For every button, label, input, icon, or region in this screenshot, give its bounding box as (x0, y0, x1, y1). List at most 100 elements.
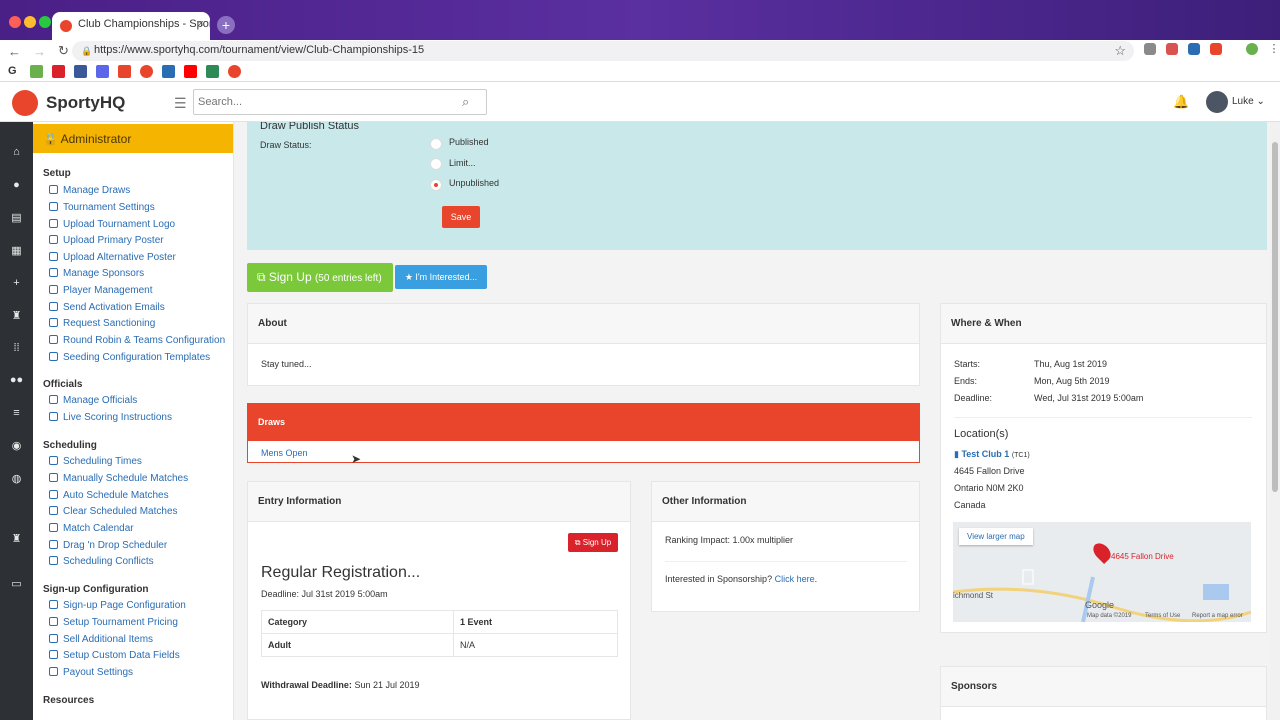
user-menu[interactable]: Luke ⌄ (1232, 96, 1265, 107)
tasks-icon[interactable]: ≡ (0, 407, 33, 419)
sidebar-item-signup-page-config[interactable]: Sign-up Page Configuration (49, 600, 186, 611)
scrollbar-thumb[interactable] (1272, 142, 1278, 492)
club-link[interactable]: ▮ Test Club 1 (TC1) (954, 449, 1030, 460)
sidebar-item-manual-schedule[interactable]: Manually Schedule Matches (49, 473, 188, 484)
document-icon[interactable]: ▭ (0, 577, 33, 590)
sidebar-item-manage-officials[interactable]: Manage Officials (49, 395, 137, 406)
bookmark-icon[interactable] (52, 65, 65, 78)
user-avatar[interactable] (1206, 91, 1228, 113)
sidebar-item-custom-data-fields[interactable]: Setup Custom Data Fields (49, 650, 180, 661)
extension-icon[interactable] (1144, 43, 1156, 55)
sportyhq-logo[interactable]: SportyHQ (12, 90, 125, 116)
location-map[interactable]: View larger map 4645 Fallon Drive ichmon… (953, 522, 1251, 622)
sidebar-item-label: Player Management (63, 285, 153, 296)
menu-icon[interactable]: ⋮ (1268, 43, 1280, 55)
sidebar-item-label: Seeding Configuration Templates (63, 352, 211, 363)
sidebar-item-seeding-templates[interactable]: Seeding Configuration Templates (49, 352, 210, 363)
bookmark-star-icon[interactable]: ☆ (1114, 43, 1126, 59)
sidebar-item-manage-sponsors[interactable]: Manage Sponsors (49, 268, 144, 279)
back-icon[interactable]: ← (8, 44, 21, 59)
draws-panel: Draws Mens Open (247, 403, 920, 463)
map-terms-link[interactable]: Terms of Use (1145, 613, 1180, 619)
map-report-link[interactable]: Report a map error (1192, 613, 1243, 619)
list-icon[interactable]: ▤ (0, 211, 33, 224)
bookmark-icon[interactable] (30, 65, 43, 78)
administrator-header[interactable]: 🔒 Administrator (33, 124, 233, 153)
user-icon[interactable]: ● (0, 179, 33, 191)
save-button[interactable]: Save (442, 206, 480, 228)
bookmark-icon[interactable] (96, 65, 109, 78)
maximize-window-icon[interactable] (39, 16, 51, 28)
trophy-icon[interactable]: ♜ (0, 309, 33, 322)
home-icon[interactable]: ⌂ (0, 146, 33, 158)
entry-sign-up-button[interactable]: ⧉ Sign Up (568, 533, 618, 552)
sidebar-item-sell-items[interactable]: Sell Additional Items (49, 634, 153, 645)
browser-tab[interactable]: Club Championships - SportyH × (52, 12, 210, 40)
search-input[interactable] (193, 89, 487, 115)
sidebar-item-payout-settings[interactable]: Payout Settings (49, 667, 133, 678)
sidebar-item-send-activation-emails[interactable]: Send Activation Emails (49, 302, 165, 313)
hamburger-menu-icon[interactable]: ☰ (174, 95, 187, 112)
search-icon[interactable]: ⌕ (462, 94, 469, 110)
club-code: (TC1) (1011, 452, 1030, 459)
bookmark-icon[interactable] (118, 65, 131, 78)
calendar-icon[interactable]: ▦ (0, 244, 33, 257)
extension-icon[interactable] (1210, 43, 1222, 55)
close-tab-icon[interactable]: × (198, 18, 204, 30)
bookmark-icon[interactable] (162, 65, 175, 78)
new-tab-button[interactable]: + (217, 16, 235, 34)
about-text: Stay tuned... (261, 359, 312, 369)
close-window-icon[interactable] (9, 16, 21, 28)
address-bar[interactable]: 🔒 https://www.sportyhq.com/tournament/vi… (72, 41, 1134, 61)
youtube-bookmark-icon[interactable] (184, 65, 197, 78)
sign-up-button[interactable]: ⧉ Sign Up (50 entries left) (247, 263, 393, 292)
building-icon: ▮ (954, 449, 959, 459)
extension-icon[interactable] (1166, 43, 1178, 55)
sidebar-item-label: Sign-up Page Configuration (63, 600, 186, 611)
sidebar-item-scheduling-times[interactable]: Scheduling Times (49, 456, 142, 467)
sidebar-item-upload-logo[interactable]: Upload Tournament Logo (49, 219, 175, 230)
facebook-bookmark-icon[interactable] (74, 65, 87, 78)
extension-icon[interactable] (1188, 43, 1200, 55)
sidebar-item-drag-drop-scheduler[interactable]: Drag 'n Drop Scheduler (49, 540, 167, 551)
sidebar-item-match-calendar[interactable]: Match Calendar (49, 523, 134, 534)
sidebar-item-live-scoring[interactable]: Live Scoring Instructions (49, 412, 172, 423)
trophy-icon[interactable]: ♜ (0, 532, 33, 545)
sidebar-item-upload-primary-poster[interactable]: Upload Primary Poster (49, 235, 164, 246)
bookmark-icon[interactable] (140, 65, 153, 78)
map-street-label: ichmond St (953, 591, 994, 600)
bookmark-icon[interactable] (228, 65, 241, 78)
radio-limit[interactable] (430, 158, 442, 170)
sidebar-item-upload-alt-poster[interactable]: Upload Alternative Poster (49, 252, 176, 263)
minimize-window-icon[interactable] (24, 16, 36, 28)
plus-icon[interactable]: + (0, 277, 33, 289)
category-table: Category 1 Event Adult N/A (261, 610, 618, 657)
bookmark-icon[interactable] (206, 65, 219, 78)
radio-published[interactable] (430, 138, 442, 150)
group-icon[interactable]: ●● (0, 374, 33, 386)
forward-icon[interactable]: → (33, 44, 46, 59)
sidebar-item-clear-scheduled[interactable]: Clear Scheduled Matches (49, 506, 178, 517)
sidebar-item-request-sanctioning[interactable]: Request Sanctioning (49, 318, 155, 329)
profile-icon[interactable] (1246, 43, 1258, 55)
radio-unpublished[interactable] (430, 179, 442, 191)
reload-icon[interactable]: ↻ (58, 43, 69, 59)
sponsorship-link[interactable]: Click here (775, 574, 815, 584)
sidebar-item-tournament-settings[interactable]: Tournament Settings (49, 202, 155, 213)
sidebar-item-auto-schedule[interactable]: Auto Schedule Matches (49, 490, 169, 501)
grid-icon[interactable]: ⁞⁞ (0, 342, 33, 354)
globe-icon[interactable]: ◍ (0, 472, 33, 485)
sidebar-item-round-robin-config[interactable]: Round Robin & Teams Configuration (49, 335, 225, 346)
notification-bell-icon[interactable]: 🔔 (1173, 94, 1189, 110)
sidebar-item-label: Manage Officials (63, 395, 138, 406)
draw-link-mens-open[interactable]: Mens Open (261, 448, 308, 458)
interested-button[interactable]: ★ I'm Interested... (395, 265, 487, 289)
sidebar-item-manage-draws[interactable]: Manage Draws (49, 185, 130, 196)
google-bookmark-icon[interactable]: G (8, 65, 21, 78)
sidebar-item-player-management[interactable]: Player Management (49, 285, 153, 296)
sidebar-item-tournament-pricing[interactable]: Setup Tournament Pricing (49, 617, 178, 628)
sidebar-item-scheduling-conflicts[interactable]: Scheduling Conflicts (49, 556, 154, 567)
view-larger-map-button[interactable]: View larger map (959, 528, 1033, 545)
location-icon[interactable]: ◉ (0, 439, 33, 452)
extensions: ⋮ (1144, 43, 1280, 55)
